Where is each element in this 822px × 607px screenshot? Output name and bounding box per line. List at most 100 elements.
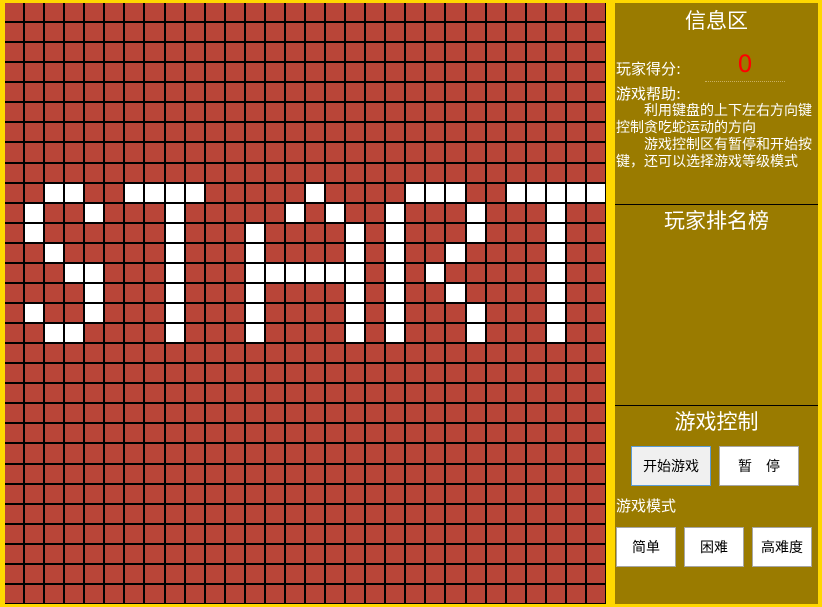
board-cell [486,444,505,463]
board-cell [205,143,224,162]
board-cell [366,344,385,363]
board-cell [145,504,164,523]
board-cell [225,163,244,182]
board-cell [5,143,24,162]
board-cell [366,404,385,423]
board-cell [265,324,284,343]
board-cell-lit [165,243,184,262]
board-cell [205,243,224,262]
board-cell-lit [346,324,365,343]
board-cell [125,544,144,563]
board-cell [165,564,184,583]
board-cell [105,43,124,62]
board-cell [285,103,304,122]
board-cell [25,364,44,383]
board-cell [426,83,445,102]
board-cell [466,504,485,523]
board-cell [85,143,104,162]
board-cell [526,464,545,483]
easy-mode-button[interactable]: 简单 [616,527,676,567]
help-text-controls: 游戏控制区有暂停和开始按键，还可以选择游戏等级模式 [616,137,812,170]
board-cell [285,484,304,503]
board-cell [285,304,304,323]
board-cell [306,564,325,583]
expert-mode-button[interactable]: 高难度 [752,527,812,567]
board-cell [5,23,24,42]
board-cell [245,203,264,222]
board-cell [65,304,84,323]
board-cell [25,584,44,603]
board-cell [45,43,64,62]
board-cell [566,63,585,82]
board-cell [406,384,425,403]
board-cell [265,63,284,82]
board-cell [586,504,605,523]
board-cell [446,324,465,343]
board-cell [386,524,405,543]
board-cell [65,223,84,242]
board-cell [366,183,385,202]
board-cell [506,544,525,563]
board-cell [366,564,385,583]
board-cell [306,484,325,503]
board-cell [205,344,224,363]
board-cell [225,243,244,262]
board-cell-lit [566,183,585,202]
board-cell [366,524,385,543]
board-cell [45,564,64,583]
board-cell [25,484,44,503]
board-cell [326,163,345,182]
board-cell [446,364,465,383]
board-cell-lit [45,324,64,343]
game-board[interactable] [5,3,606,604]
board-cell-lit [25,304,44,323]
board-cell [366,283,385,302]
board-cell-lit [466,203,485,222]
board-cell [245,484,264,503]
hard-mode-button[interactable]: 困难 [684,527,744,567]
board-cell [85,223,104,242]
board-cell [125,123,144,142]
board-cell [346,143,365,162]
board-cell [5,304,24,323]
board-cell [506,444,525,463]
board-cell-lit [426,263,445,282]
board-cell [65,103,84,122]
board-cell [25,424,44,443]
board-cell [306,384,325,403]
board-cell [225,544,244,563]
board-cell [225,504,244,523]
board-cell [245,183,264,202]
board-cell [346,464,365,483]
board-cell [45,544,64,563]
board-cell [225,283,244,302]
board-cell [326,43,345,62]
board-cell [306,143,325,162]
pause-button[interactable]: 暂 停 [719,446,799,486]
board-cell [225,364,244,383]
board-cell [245,384,264,403]
board-cell [546,103,565,122]
board-cell [366,63,385,82]
board-cell [426,103,445,122]
board-cell [45,404,64,423]
start-game-button[interactable]: 开始游戏 [631,446,711,486]
board-cell [306,444,325,463]
board-cell [25,263,44,282]
board-cell [125,564,144,583]
board-cell-lit [45,243,64,262]
board-cell [185,83,204,102]
board-cell [165,23,184,42]
board-cell [265,243,284,262]
board-cell [386,364,405,383]
board-cell [406,223,425,242]
board-cell [285,23,304,42]
board-cell [45,364,64,383]
board-cell [566,404,585,423]
board-cell [265,83,284,102]
board-cell [185,304,204,323]
board-cell [45,384,64,403]
board-cell [506,83,525,102]
board-cell [526,444,545,463]
board-cell [586,464,605,483]
